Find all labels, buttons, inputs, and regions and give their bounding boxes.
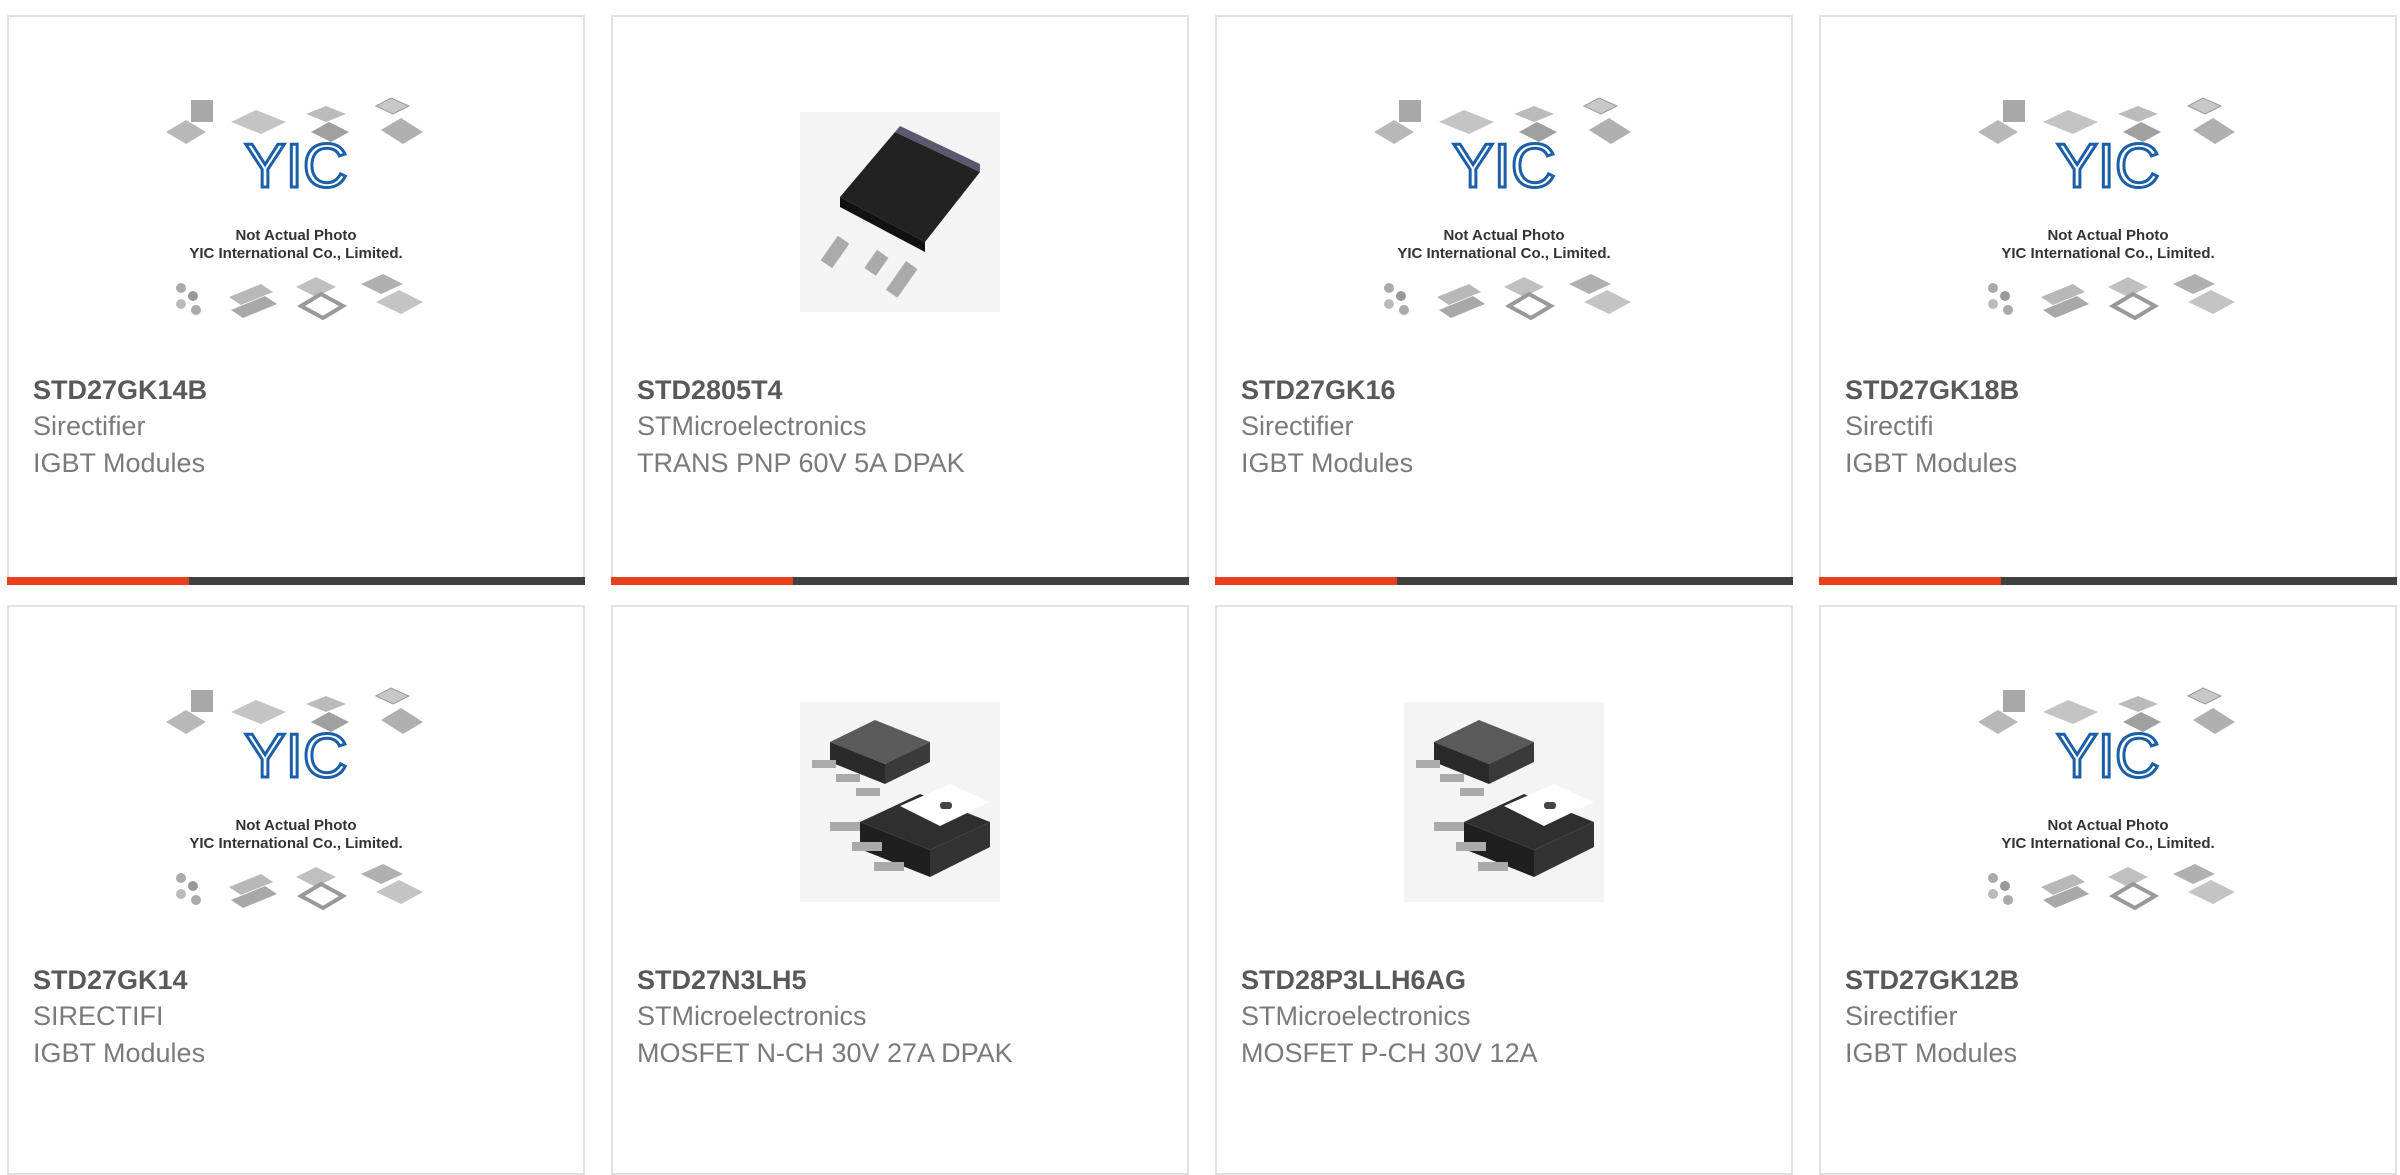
manufacturer: SIRECTIFI: [33, 1001, 164, 1031]
manufacturer: Sirectifier: [1845, 1001, 1958, 1031]
product-image[interactable]: [1217, 647, 1791, 957]
svg-text:Not Actual Photo: Not Actual Photo: [2047, 227, 2168, 244]
description: IGBT Modules: [1845, 1038, 2018, 1068]
svg-text:YIC International Co., Limited: YIC International Co., Limited.: [1397, 245, 1610, 262]
dpak-pair-image: [1404, 702, 1604, 902]
product-image[interactable]: YIC Not Actual Photo YIC International C…: [1821, 647, 2395, 957]
part-number[interactable]: STD2805T4: [637, 372, 1167, 408]
placeholder-image: YIC Not Actual Photo YIC International C…: [1373, 97, 1633, 320]
product-card[interactable]: YIC Not Actual Photo YIC International C…: [1215, 15, 1793, 585]
card-bar-accent: [611, 577, 793, 585]
svg-text:Not Actual Photo: Not Actual Photo: [2047, 817, 2168, 834]
product-card[interactable]: YIC Not Actual Photo YIC International C…: [7, 15, 585, 585]
part-number[interactable]: STD27GK18B: [1845, 372, 2375, 408]
placeholder-image: YIC Not Actual Photo YIC International C…: [165, 687, 425, 910]
manufacturer: Sirectifier: [1241, 411, 1354, 441]
manufacturer: Sirectifi: [1845, 411, 1934, 441]
card-bar: [1215, 577, 1793, 585]
part-number[interactable]: STD27GK16: [1241, 372, 1771, 408]
product-image[interactable]: YIC Not Actual Photo YIC International C…: [1821, 57, 2395, 367]
product-image[interactable]: YIC Not Actual Photo YIC International C…: [9, 57, 583, 367]
product-card[interactable]: STD27N3LH5 STMicroelectronics MOSFET N-C…: [611, 605, 1189, 1175]
part-number[interactable]: STD27GK14: [33, 962, 563, 998]
yic-logo: YIC: [244, 722, 347, 791]
card-bar-accent: [7, 577, 189, 585]
placeholder-image: YIC Not Actual Photo YIC International C…: [165, 97, 425, 320]
svg-text:YIC International Co., Limited: YIC International Co., Limited.: [2001, 835, 2214, 852]
product-card[interactable]: STD2805T4 STMicroelectronics TRANS PNP 6…: [611, 15, 1189, 585]
manufacturer: STMicroelectronics: [637, 411, 867, 441]
dpak-pair-image: [800, 702, 1000, 902]
product-card[interactable]: YIC Not Actual Photo YIC International C…: [7, 605, 585, 1175]
card-bar-accent: [1215, 577, 1397, 585]
description: IGBT Modules: [1845, 448, 2018, 478]
product-grid: YIC Not Actual Photo YIC International C…: [0, 0, 2400, 1175]
card-bar: [1819, 577, 2397, 585]
yic-logo: YIC: [244, 132, 347, 201]
svg-text:YIC International Co., Limited: YIC International Co., Limited.: [189, 245, 402, 262]
part-number[interactable]: STD27GK14B: [33, 372, 563, 408]
svg-text:Not Actual Photo: Not Actual Photo: [235, 817, 356, 834]
manufacturer: STMicroelectronics: [1241, 1001, 1471, 1031]
description: IGBT Modules: [1241, 448, 1414, 478]
yic-logo: YIC: [2056, 132, 2159, 201]
placeholder-image: YIC Not Actual Photo YIC International C…: [1977, 97, 2237, 320]
product-card[interactable]: STD28P3LLH6AG STMicroelectronics MOSFET …: [1215, 605, 1793, 1175]
manufacturer: Sirectifier: [33, 411, 146, 441]
part-number[interactable]: STD28P3LLH6AG: [1241, 962, 1771, 998]
placeholder-image: YIC Not Actual Photo YIC International C…: [1977, 687, 2237, 910]
manufacturer: STMicroelectronics: [637, 1001, 867, 1031]
svg-text:YIC International Co., Limited: YIC International Co., Limited.: [2001, 245, 2214, 262]
yic-logo: YIC: [2056, 722, 2159, 791]
product-image[interactable]: [613, 647, 1187, 957]
product-image[interactable]: YIC Not Actual Photo YIC International C…: [9, 647, 583, 957]
product-image[interactable]: [613, 57, 1187, 367]
part-number[interactable]: STD27N3LH5: [637, 962, 1167, 998]
svg-text:Not Actual Photo: Not Actual Photo: [1443, 227, 1564, 244]
description: IGBT Modules: [33, 1038, 206, 1068]
card-bar-accent: [1819, 577, 2001, 585]
card-bar: [611, 577, 1189, 585]
part-number[interactable]: STD27GK12B: [1845, 962, 2375, 998]
card-bar: [7, 577, 585, 585]
product-image[interactable]: YIC Not Actual Photo YIC International C…: [1217, 57, 1791, 367]
yic-logo: YIC: [1452, 132, 1555, 201]
svg-text:YIC International Co., Limited: YIC International Co., Limited.: [189, 835, 402, 852]
description: MOSFET N-CH 30V 27A DPAK: [637, 1038, 1013, 1068]
svg-text:Not Actual Photo: Not Actual Photo: [235, 227, 356, 244]
product-card[interactable]: YIC Not Actual Photo YIC International C…: [1819, 605, 2397, 1175]
product-card[interactable]: YIC Not Actual Photo YIC International C…: [1819, 15, 2397, 585]
description: IGBT Modules: [33, 448, 206, 478]
description: MOSFET P-CH 30V 12A: [1241, 1038, 1538, 1068]
dpak-image: [800, 112, 1000, 312]
description: TRANS PNP 60V 5A DPAK: [637, 448, 965, 478]
